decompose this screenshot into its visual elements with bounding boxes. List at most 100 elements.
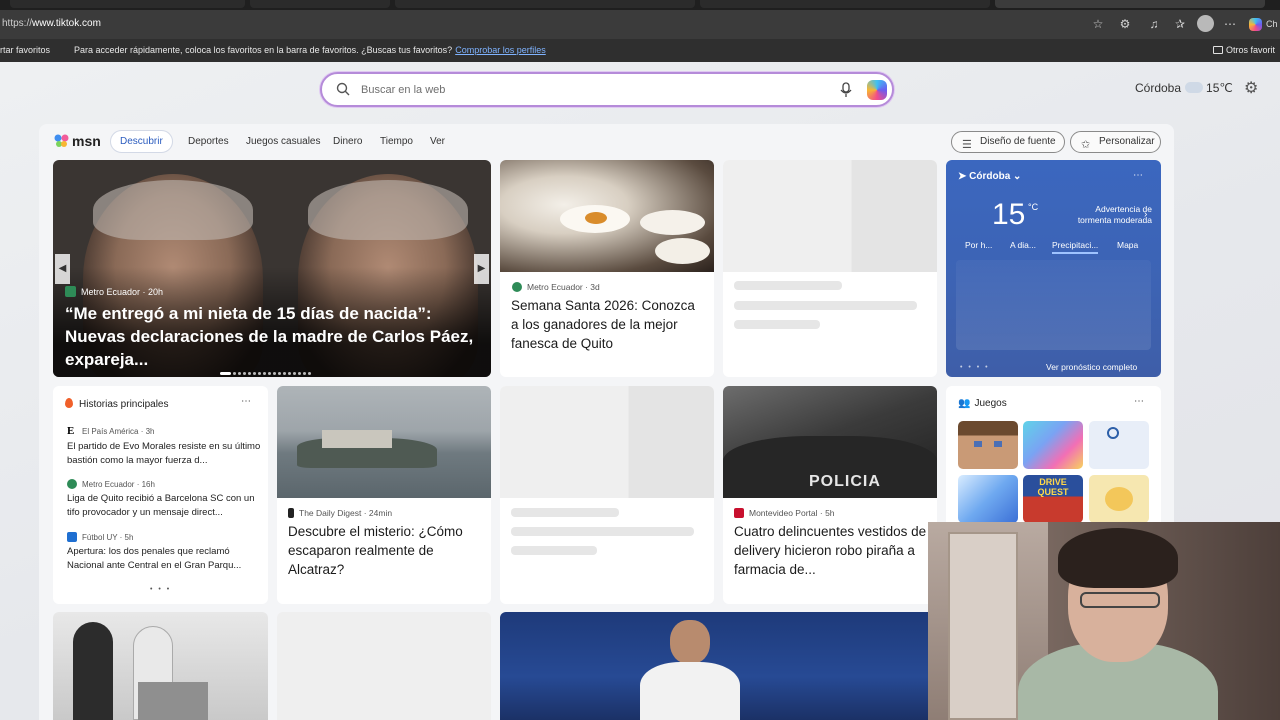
next-arrow-icon[interactable]: ▶ bbox=[474, 254, 489, 284]
browser-tab-active[interactable] bbox=[995, 0, 1265, 8]
other-favorites[interactable]: Otros favorit bbox=[1213, 45, 1275, 55]
alcatraz-source: The Daily Digest · 24min bbox=[288, 508, 392, 518]
browser-tab[interactable] bbox=[250, 0, 390, 8]
news-card-policia[interactable]: POLICIA Montevideo Portal · 5h Cuatro de… bbox=[723, 386, 937, 604]
loading-line bbox=[734, 301, 917, 310]
more-options-icon[interactable]: ⋯ bbox=[1133, 170, 1143, 181]
cat-face bbox=[1105, 487, 1133, 511]
more-menu-icon[interactable]: ⋯ bbox=[1222, 16, 1238, 32]
alcatraz-title[interactable]: Descubre el misterio: ¿Cómo escaparon re… bbox=[288, 522, 483, 579]
hero-news-card[interactable]: ◀ ▶ Metro Ecuador · 20h “Me entregó a mi… bbox=[53, 160, 491, 377]
check-profiles-link[interactable]: Comprobar los perfiles bbox=[455, 45, 546, 55]
chevron-down-icon: ⌄ bbox=[1010, 171, 1022, 182]
favorites-icon[interactable]: ✰ bbox=[1172, 16, 1188, 32]
soup bbox=[585, 212, 607, 224]
full-forecast-link[interactable]: Ver pronóstico completo bbox=[1046, 362, 1137, 372]
weather-card[interactable]: ➤ Córdoba ⌄ ⋯ 15 °C Advertencia de torme… bbox=[946, 160, 1161, 377]
fanesca-title[interactable]: Semana Santa 2026: Conozca a los ganador… bbox=[511, 296, 706, 353]
msn-logo[interactable]: msn bbox=[54, 133, 101, 149]
webcam-overlay bbox=[928, 522, 1280, 720]
loading-image-placeholder bbox=[723, 160, 937, 272]
hero-image-hair bbox=[308, 180, 468, 240]
story-title: Apertura: los dos penales que reclamó Na… bbox=[67, 546, 242, 571]
extensions-icon[interactable]: ⚙ bbox=[1117, 16, 1133, 32]
header-weather[interactable]: Córdoba 15℃ bbox=[1135, 79, 1233, 95]
weather-tab-map[interactable]: Mapa bbox=[1117, 240, 1138, 250]
search-placeholder: Buscar en la web bbox=[361, 84, 446, 96]
game-tile-stickman[interactable] bbox=[1089, 421, 1149, 469]
profile-avatar[interactable] bbox=[1197, 15, 1214, 32]
game-tile-racing[interactable] bbox=[958, 475, 1018, 523]
top-stories-title: Historias principales bbox=[79, 399, 169, 410]
game-eye bbox=[974, 441, 982, 447]
top-stories-header: Historias principales bbox=[65, 398, 168, 410]
tab-tiempo[interactable]: Tiempo bbox=[380, 130, 413, 153]
news-card-alcatraz[interactable]: The Daily Digest · 24min Descubre el mis… bbox=[277, 386, 491, 604]
tab-juegos-casuales[interactable]: Juegos casuales bbox=[246, 130, 321, 153]
top-stories-card: Historias principales ⋯ E El País América… bbox=[53, 386, 268, 604]
previous-arrow-icon[interactable]: ◀ bbox=[55, 254, 70, 284]
weather-tab-precipitation[interactable]: Precipitaci... bbox=[1052, 240, 1099, 254]
loading-card bbox=[277, 612, 491, 720]
more-options-icon[interactable]: ⋯ bbox=[1134, 396, 1144, 407]
read-aloud-icon[interactable]: ♫ bbox=[1146, 16, 1162, 32]
tab-deportes[interactable]: Deportes bbox=[188, 130, 229, 153]
police-label: POLICIA bbox=[809, 473, 881, 490]
stories-page-dots[interactable]: • • • bbox=[150, 586, 171, 593]
copilot-label: Ch bbox=[1266, 19, 1278, 29]
weather-warning[interactable]: Advertencia de tormenta moderada bbox=[1060, 204, 1152, 226]
browser-tab[interactable] bbox=[10, 0, 245, 8]
loading-card bbox=[723, 160, 937, 377]
story-item[interactable]: Fútbol UY · 5h Apertura: los dos penales… bbox=[67, 532, 263, 573]
weather-tab-daily[interactable]: A dia... bbox=[1010, 240, 1036, 250]
hero-image-hair bbox=[93, 180, 253, 240]
hero-title[interactable]: “Me entregó a mi nieta de 15 días de nac… bbox=[65, 302, 485, 371]
games-title: Juegos bbox=[974, 398, 1007, 409]
game-tile-drive-quest[interactable]: DRIVE QUEST bbox=[1023, 475, 1083, 523]
font-design-button[interactable]: ☰ Diseño de fuente bbox=[951, 131, 1065, 153]
news-card-football[interactable] bbox=[500, 612, 937, 720]
drive-quest-label: DRIVE QUEST bbox=[1037, 477, 1069, 497]
browser-tab[interactable] bbox=[700, 0, 990, 8]
microphone-icon[interactable] bbox=[839, 82, 853, 98]
copilot-icon[interactable] bbox=[1249, 18, 1262, 31]
policia-title[interactable]: Cuatro delincuentes vestidos de delivery… bbox=[734, 522, 931, 579]
prison-building bbox=[322, 430, 392, 448]
game-tile-cat[interactable] bbox=[1089, 475, 1149, 523]
game-tile-stack[interactable] bbox=[1023, 421, 1083, 469]
personalize-label: Personalizar bbox=[1099, 136, 1155, 147]
copilot-search-icon[interactable] bbox=[867, 80, 887, 100]
font-design-label: Diseño de fuente bbox=[980, 136, 1056, 147]
fanesca-image bbox=[500, 160, 714, 272]
carousel-dots[interactable] bbox=[220, 362, 313, 377]
news-card-fanesca[interactable]: Metro Ecuador · 3d Semana Santa 2026: Co… bbox=[500, 160, 714, 377]
search-box[interactable]: Buscar en la web bbox=[320, 72, 894, 107]
webcam-person-hair bbox=[1058, 528, 1178, 588]
story-item[interactable]: E El País América · 3h El partido de Evo … bbox=[67, 425, 263, 468]
browser-tab[interactable] bbox=[395, 0, 695, 8]
weather-page-dots[interactable]: • • • • bbox=[960, 364, 990, 371]
star-icon[interactable]: ☆ bbox=[1090, 16, 1106, 32]
tab-dinero[interactable]: Dinero bbox=[333, 130, 362, 153]
news-card-bottom-photo[interactable] bbox=[53, 612, 268, 720]
tab-descubrir[interactable]: Descubrir bbox=[110, 130, 173, 153]
personalize-button[interactable]: ✩ Personalizar bbox=[1070, 131, 1161, 153]
story-title: Liga de Quito recibió a Barcelona SC con… bbox=[67, 493, 255, 518]
flame-icon bbox=[65, 398, 73, 408]
daily-digest-logo-icon bbox=[288, 508, 294, 518]
gear-icon[interactable]: ⚙ bbox=[1244, 78, 1258, 98]
games-people-icon: 👥 bbox=[958, 398, 971, 409]
weather-location[interactable]: ➤ Córdoba ⌄ bbox=[958, 171, 1021, 182]
story-item[interactable]: Metro Ecuador · 16h Liga de Quito recibi… bbox=[67, 479, 263, 520]
weather-tab-hourly[interactable]: Por h... bbox=[965, 240, 992, 250]
folder-icon bbox=[1213, 46, 1223, 54]
url-field[interactable]: https://www.tiktok.com bbox=[2, 18, 101, 29]
webcam-door bbox=[948, 532, 1018, 720]
weather-unit: °C bbox=[1028, 202, 1039, 212]
tab-ver[interactable]: Ver bbox=[430, 130, 445, 153]
game-tile-blocks[interactable] bbox=[958, 421, 1018, 469]
stickman-head bbox=[1107, 427, 1119, 439]
import-favorites-link[interactable]: rtar favoritos bbox=[0, 45, 50, 55]
more-options-icon[interactable]: ⋯ bbox=[241, 396, 251, 407]
msn-butterfly-icon bbox=[54, 134, 69, 147]
